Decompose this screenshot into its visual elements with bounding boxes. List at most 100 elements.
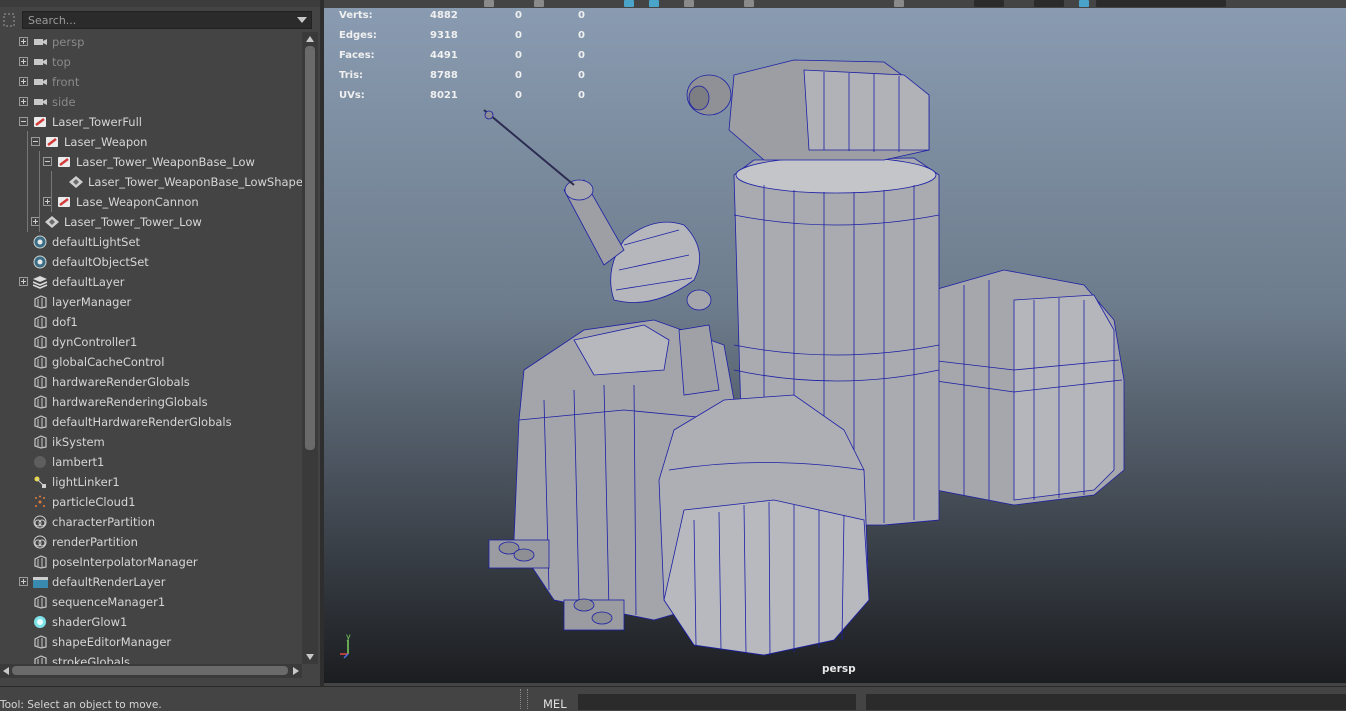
outliner-item-label: front — [52, 75, 80, 89]
hud-label: UVs: — [339, 90, 365, 101]
mesh-shape-icon — [69, 175, 84, 189]
hud-label: Verts: — [339, 10, 373, 21]
node-icon — [33, 335, 48, 349]
expand-icon[interactable] — [19, 57, 28, 66]
select-tool-icon[interactable] — [484, 0, 494, 7]
outliner-item-label: defaultHardwareRenderGlobals — [52, 415, 232, 429]
scroll-left-arrow-icon[interactable] — [3, 667, 9, 675]
outliner-item[interactable]: persp — [0, 32, 302, 52]
wireframe-shaded-icon[interactable] — [624, 0, 634, 7]
outliner-item[interactable]: strokeGlobals — [0, 652, 302, 664]
camera-icon — [33, 95, 48, 109]
outliner-item[interactable]: shaderGlow1 — [0, 612, 302, 632]
outliner-item-label: Laser_TowerFull — [52, 115, 142, 129]
outliner-item[interactable]: defaultHardwareRenderGlobals — [0, 412, 302, 432]
lighting-icon[interactable] — [744, 0, 754, 7]
textured-icon[interactable] — [684, 0, 694, 7]
outliner-item[interactable]: dof1 — [0, 312, 302, 332]
node-icon — [33, 355, 48, 369]
outliner-item[interactable]: Laser_Tower_Tower_Low — [0, 212, 302, 232]
outliner-tree: persp top front side Laser_TowerFull Laser_We… — [0, 32, 302, 664]
node-icon — [33, 655, 48, 664]
outliner-menu-bar[interactable] — [0, 0, 320, 7]
vertical-scrollbar[interactable] — [302, 32, 318, 664]
scrollbar-thumb[interactable] — [12, 666, 288, 675]
grid-icon[interactable] — [894, 0, 904, 7]
expand-icon[interactable] — [19, 277, 28, 286]
outliner-item[interactable]: hardwareRenderingGlobals — [0, 392, 302, 412]
tower-base-front — [658, 394, 870, 656]
outliner-item[interactable]: defaultRenderLayer — [0, 572, 302, 592]
tree-connector-line — [51, 171, 52, 192]
outliner-item[interactable]: layerManager — [0, 292, 302, 312]
hud-value-total: 4882 — [430, 10, 458, 21]
outliner-item-label: sequenceManager1 — [52, 595, 166, 609]
material-sphere-icon — [33, 455, 48, 469]
status-bar-grip[interactable] — [520, 689, 528, 709]
scroll-down-arrow-icon[interactable] — [306, 654, 314, 660]
scroll-up-arrow-icon[interactable] — [306, 36, 314, 42]
help-line-text: Tool: Select an object to move. — [0, 699, 162, 711]
expand-icon[interactable] — [19, 577, 28, 586]
outliner-item[interactable]: lambert1 — [0, 452, 302, 472]
tower-turret — [686, 59, 930, 161]
node-icon — [33, 415, 48, 429]
outliner-item[interactable]: ikSystem — [0, 432, 302, 452]
outliner-item[interactable]: dynController1 — [0, 332, 302, 352]
scroll-right-arrow-icon[interactable] — [293, 667, 299, 675]
outliner-item-label: poseInterpolatorManager — [52, 555, 198, 569]
outliner-item-label: defaultRenderLayer — [52, 575, 166, 589]
lasso-tool-icon[interactable] — [534, 0, 544, 7]
outliner-item[interactable]: Laser_Tower_WeaponBase_LowShape — [0, 172, 302, 192]
color-management-icon[interactable] — [1079, 0, 1089, 7]
expand-icon[interactable] — [19, 37, 28, 46]
expand-icon[interactable] — [19, 97, 28, 106]
node-icon — [33, 435, 48, 449]
outliner-item[interactable]: particleCloud1 — [0, 492, 302, 512]
outliner-item-label: shapeEditorManager — [52, 635, 172, 649]
outliner-item[interactable]: defaultLayer — [0, 272, 302, 292]
smooth-shade-icon[interactable] — [649, 0, 659, 7]
horizontal-scrollbar[interactable] — [0, 664, 302, 678]
render-layer-icon — [33, 575, 48, 589]
collapse-icon[interactable] — [43, 157, 52, 166]
search-input[interactable]: Search... — [22, 11, 312, 29]
scrollbar-thumb[interactable] — [305, 46, 315, 450]
collapse-icon[interactable] — [31, 137, 40, 146]
outliner-item[interactable]: hardwareRenderGlobals — [0, 372, 302, 392]
expand-icon[interactable] — [19, 77, 28, 86]
outliner-item[interactable]: Laser_TowerFull — [0, 112, 302, 132]
set-icon — [33, 255, 48, 269]
outliner-item[interactable]: Lase_WeaponCannon — [0, 192, 302, 212]
viewport-3d[interactable]: Verts: 4882 0 0 Edges: 9318 0 0 Faces: 4491 0 0 Tris… — [324, 0, 1346, 683]
outliner-item[interactable]: defaultLightSet — [0, 232, 302, 252]
outliner-item[interactable]: side — [0, 92, 302, 112]
transform-icon — [45, 135, 60, 149]
outliner-item[interactable]: sequenceManager1 — [0, 592, 302, 612]
outliner-item-label: strokeGlobals — [52, 655, 131, 664]
exposure-field[interactable] — [974, 0, 1004, 7]
gamma-field[interactable] — [1034, 0, 1064, 7]
chevron-down-icon[interactable] — [297, 17, 307, 23]
outliner-item[interactable]: lightLinker1 — [0, 472, 302, 492]
outliner-item[interactable]: renderPartition — [0, 532, 302, 552]
node-icon — [33, 595, 48, 609]
outliner-item[interactable]: characterPartition — [0, 512, 302, 532]
mel-command-input[interactable] — [578, 694, 856, 710]
outliner-item[interactable]: Laser_Tower_WeaponBase_Low — [0, 152, 302, 172]
transform-icon — [57, 155, 72, 169]
outliner-item[interactable]: globalCacheControl — [0, 352, 302, 372]
mesh-shape-icon — [45, 215, 60, 229]
search-placeholder: Search... — [28, 14, 77, 27]
outliner-item[interactable]: Laser_Weapon — [0, 132, 302, 152]
view-transform-dropdown[interactable] — [1096, 0, 1226, 7]
outliner-item[interactable]: defaultObjectSet — [0, 252, 302, 272]
outliner-item-label: top — [52, 55, 71, 69]
filter-icon[interactable] — [3, 12, 17, 28]
outliner-item[interactable]: top — [0, 52, 302, 72]
outliner-item[interactable]: shapeEditorManager — [0, 632, 302, 652]
outliner-item[interactable]: poseInterpolatorManager — [0, 552, 302, 572]
outliner-item[interactable]: front — [0, 72, 302, 92]
collapse-icon[interactable] — [19, 117, 28, 126]
outliner-item-label: layerManager — [52, 295, 132, 309]
